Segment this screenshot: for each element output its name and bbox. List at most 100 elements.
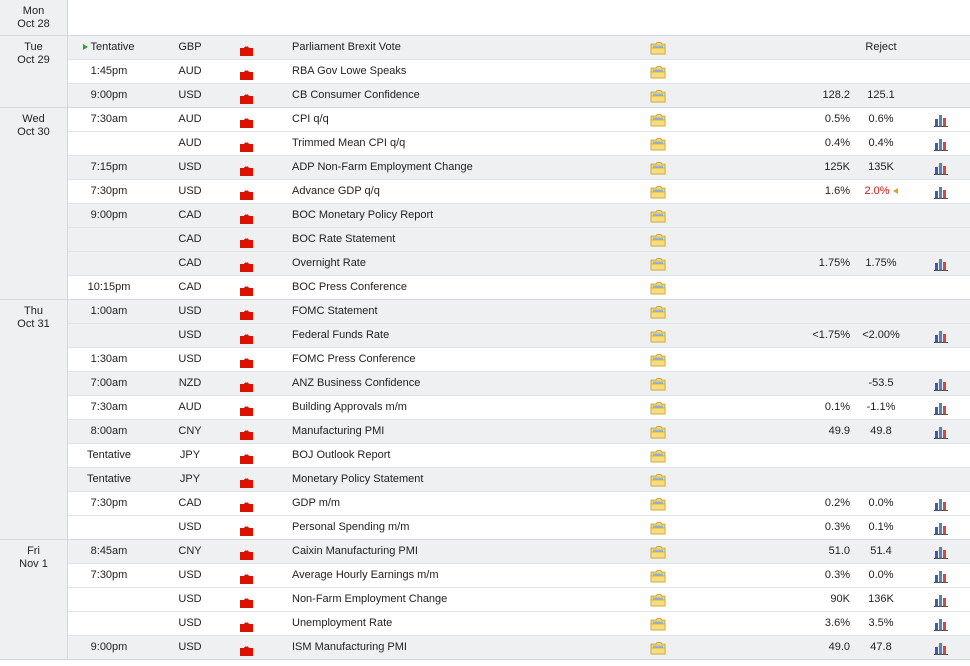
bar-graph-icon[interactable] [934,162,948,175]
detail-folder-icon[interactable] [650,353,666,367]
detail-folder-icon[interactable] [650,497,666,511]
bar-graph-icon[interactable] [934,594,948,607]
bar-graph-icon[interactable] [934,570,948,583]
event-row[interactable]: 7:15pm USD ADP Non-Farm Employment Change 1… [68,156,970,180]
event-title[interactable]: Overnight Rate [292,252,366,275]
event-row[interactable]: 10:15pm CAD BOC Press Conference [68,276,970,300]
event-title[interactable]: ISM Manufacturing PMI [292,636,407,659]
detail-cell[interactable] [650,425,666,439]
event-row[interactable]: 9:00pm USD ISM Manufacturing PMI 49.0 47.8 [68,636,970,660]
event-row[interactable]: 8:45am CNY Caixin Manufacturing PMI 51.0 51.… [68,540,970,564]
event-row[interactable]: Tentative GBP Parliament Brexit Vote Reject [68,36,970,60]
detail-folder-icon[interactable] [650,281,666,295]
event-title[interactable]: Trimmed Mean CPI q/q [292,132,405,155]
event-row[interactable]: USD Non-Farm Employment Change 90K 136K [68,588,970,612]
event-title[interactable]: GDP m/m [292,492,340,515]
event-row[interactable]: USD Unemployment Rate 3.6% 3.5% [68,612,970,636]
detail-folder-icon[interactable] [650,41,666,55]
detail-cell[interactable] [650,473,666,487]
graph-cell[interactable] [934,641,948,655]
detail-cell[interactable] [650,449,666,463]
event-row[interactable]: 1:45pm AUD RBA Gov Lowe Speaks [68,60,970,84]
bar-graph-icon[interactable] [934,522,948,535]
event-row[interactable]: 7:00am NZD ANZ Business Confidence -53.5 [68,372,970,396]
detail-folder-icon[interactable] [650,257,666,271]
event-title[interactable]: Non-Farm Employment Change [292,588,447,611]
event-row[interactable]: 1:00am USD FOMC Statement [68,300,970,324]
detail-folder-icon[interactable] [650,545,666,559]
detail-folder-icon[interactable] [650,65,666,79]
event-title[interactable]: Caixin Manufacturing PMI [292,540,418,563]
bar-graph-icon[interactable] [934,402,948,415]
detail-folder-icon[interactable] [650,617,666,631]
event-row[interactable]: 7:30am AUD Building Approvals m/m 0.1% -1.1% [68,396,970,420]
event-title[interactable]: BOC Rate Statement [292,228,395,251]
detail-cell[interactable] [650,617,666,631]
event-row[interactable]: Tentative JPY Monetary Policy Statement [68,468,970,492]
event-title[interactable]: Monetary Policy Statement [292,468,423,491]
detail-cell[interactable] [650,593,666,607]
detail-cell[interactable] [650,89,666,103]
detail-cell[interactable] [650,113,666,127]
event-row[interactable]: USD Personal Spending m/m 0.3% 0.1% [68,516,970,540]
event-row[interactable]: 7:30pm USD Advance GDP q/q 1.6% 2.0% [68,180,970,204]
detail-cell[interactable] [650,545,666,559]
detail-cell[interactable] [650,209,666,223]
detail-folder-icon[interactable] [650,377,666,391]
detail-folder-icon[interactable] [650,521,666,535]
bar-graph-icon[interactable] [934,138,948,151]
event-row[interactable]: CAD BOC Rate Statement [68,228,970,252]
detail-folder-icon[interactable] [650,593,666,607]
event-row[interactable]: 7:30am AUD CPI q/q 0.5% 0.6% [68,108,970,132]
detail-cell[interactable] [650,257,666,271]
event-title[interactable]: CB Consumer Confidence [292,84,420,107]
graph-cell[interactable] [934,497,948,511]
event-title[interactable]: ANZ Business Confidence [292,372,420,395]
event-title[interactable]: FOMC Statement [292,300,378,323]
graph-cell[interactable] [934,137,948,151]
event-title[interactable]: CPI q/q [292,108,329,131]
event-title[interactable]: Building Approvals m/m [292,396,407,419]
detail-folder-icon[interactable] [650,641,666,655]
event-title[interactable]: RBA Gov Lowe Speaks [292,60,406,83]
detail-cell[interactable] [650,233,666,247]
detail-folder-icon[interactable] [650,425,666,439]
graph-cell[interactable] [934,569,948,583]
event-title[interactable]: Advance GDP q/q [292,180,380,203]
detail-folder-icon[interactable] [650,209,666,223]
detail-cell[interactable] [650,41,666,55]
detail-cell[interactable] [650,497,666,511]
detail-folder-icon[interactable] [650,233,666,247]
event-title[interactable]: ADP Non-Farm Employment Change [292,156,473,179]
event-title[interactable]: Federal Funds Rate [292,324,389,347]
event-row[interactable]: 7:30pm USD Average Hourly Earnings m/m 0.3%… [68,564,970,588]
detail-cell[interactable] [650,521,666,535]
event-title[interactable]: Parliament Brexit Vote [292,36,401,59]
detail-cell[interactable] [650,185,666,199]
bar-graph-icon[interactable] [934,258,948,271]
detail-cell[interactable] [650,569,666,583]
event-row[interactable]: 8:00am CNY Manufacturing PMI 49.9 49.8 [68,420,970,444]
detail-folder-icon[interactable] [650,401,666,415]
event-title[interactable]: Manufacturing PMI [292,420,384,443]
graph-cell[interactable] [934,113,948,127]
detail-cell[interactable] [650,353,666,367]
event-row[interactable]: 7:30pm CAD GDP m/m 0.2% 0.0% [68,492,970,516]
event-row[interactable]: Tentative JPY BOJ Outlook Report [68,444,970,468]
graph-cell[interactable] [934,257,948,271]
bar-graph-icon[interactable] [934,498,948,511]
detail-folder-icon[interactable] [650,449,666,463]
detail-folder-icon[interactable] [650,113,666,127]
bar-graph-icon[interactable] [934,186,948,199]
bar-graph-icon[interactable] [934,618,948,631]
event-title[interactable]: BOC Press Conference [292,276,407,299]
graph-cell[interactable] [934,521,948,535]
detail-folder-icon[interactable] [650,185,666,199]
bar-graph-icon[interactable] [934,330,948,343]
graph-cell[interactable] [934,185,948,199]
bar-graph-icon[interactable] [934,378,948,391]
detail-cell[interactable] [650,305,666,319]
graph-cell[interactable] [934,545,948,559]
event-title[interactable]: FOMC Press Conference [292,348,415,371]
detail-cell[interactable] [650,401,666,415]
